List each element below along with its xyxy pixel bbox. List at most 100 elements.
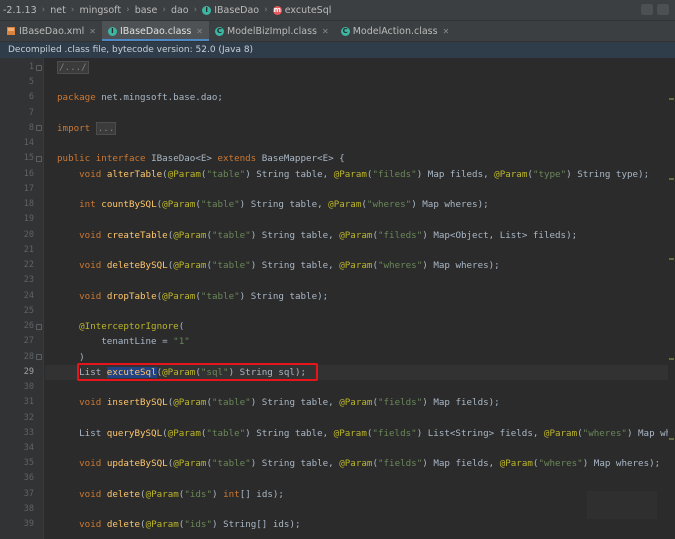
code-line[interactable]: import ... xyxy=(57,121,117,136)
line-number: 24 xyxy=(23,290,34,301)
chevron-right-icon: › xyxy=(264,5,268,15)
chevron-right-icon: › xyxy=(193,5,198,15)
code-line[interactable]: public interface IBaseDao<E> extends Bas… xyxy=(57,151,345,166)
scrollbar-marker[interactable] xyxy=(669,258,674,260)
breadcrumb-label: net xyxy=(50,4,66,16)
decompiled-banner: Decompiled .class file, bytecode version… xyxy=(0,42,675,58)
breadcrumb: -2.1.13 › net › mingsoft › base › dao › … xyxy=(0,0,675,21)
chevron-right-icon: › xyxy=(126,5,130,15)
breadcrumb-label: -2.1.13 xyxy=(3,4,37,16)
code-line[interactable]: void dropTable(@Param("table") String ta… xyxy=(57,289,328,304)
line-number: 36 xyxy=(23,473,34,484)
breadcrumb-label: excuteSql xyxy=(284,4,332,16)
breadcrumb-item-mingsoft[interactable]: mingsoft xyxy=(76,5,124,16)
line-number: 28 xyxy=(23,351,34,362)
breadcrumb-item-base[interactable]: base xyxy=(132,5,161,16)
tab-label: IBaseDao.xml xyxy=(19,25,85,37)
tab-ibasedao-class[interactable]: I IBaseDao.class ✕ xyxy=(101,21,210,41)
line-number: 22 xyxy=(23,260,34,271)
line-number: 6 xyxy=(28,92,34,103)
toolbar-button[interactable] xyxy=(641,4,653,15)
line-number: 19 xyxy=(23,214,34,225)
fold-toggle-icon[interactable] xyxy=(36,155,42,162)
class-icon: C xyxy=(340,26,350,36)
fold-toggle-icon[interactable] xyxy=(36,323,42,330)
method-icon: m xyxy=(272,5,282,15)
code-line[interactable]: void alterTable(@Param("table") String t… xyxy=(57,167,649,182)
tab-modelaction-class[interactable]: C ModelAction.class ✕ xyxy=(335,21,456,41)
close-icon[interactable]: ✕ xyxy=(322,27,329,36)
class-icon: C xyxy=(215,26,224,36)
fold-toggle-icon[interactable] xyxy=(36,354,42,361)
line-number: 27 xyxy=(23,336,34,347)
line-number: 16 xyxy=(23,168,34,179)
chevron-right-icon: › xyxy=(41,5,46,15)
code-line[interactable]: void createTable(@Param("table") String … xyxy=(57,228,577,243)
tab-label: ModelAction.class xyxy=(352,25,438,37)
scrollbar-marker[interactable] xyxy=(669,178,674,180)
scrollbar-marker[interactable] xyxy=(669,98,674,100)
line-number: 20 xyxy=(23,229,34,240)
line-number: 26 xyxy=(23,321,34,332)
code-area[interactable]: /.../ package net.mingsoft.base.dao; impor… xyxy=(45,58,675,539)
breadcrumb-item-dao[interactable]: dao xyxy=(168,5,192,16)
breadcrumb-item-version[interactable]: -2.1.13 xyxy=(0,5,40,16)
line-number: 18 xyxy=(23,199,34,210)
fold-toggle-icon[interactable] xyxy=(36,64,42,71)
banner-text: Decompiled .class file, bytecode version… xyxy=(8,45,254,55)
chevron-right-icon: › xyxy=(162,5,166,15)
line-number: 30 xyxy=(23,382,34,393)
xml-file-icon xyxy=(7,27,15,35)
line-number: 32 xyxy=(23,412,34,423)
scrollbar-marker[interactable] xyxy=(669,438,674,440)
line-number: 7 xyxy=(28,107,34,118)
code-line[interactable]: void insertBySQL(@Param("table") String … xyxy=(57,395,500,410)
code-line[interactable]: List queryBySQL(@Param("table") String t… xyxy=(57,426,675,441)
code-line[interactable]: void updateBySQL(@Param("table") String … xyxy=(57,456,660,471)
line-number: 14 xyxy=(23,138,34,149)
line-number: 23 xyxy=(23,275,34,286)
code-line[interactable]: int countBySQL(@Param("table") String ta… xyxy=(57,197,489,212)
interface-icon: I xyxy=(202,5,212,15)
ide-window: -2.1.13 › net › mingsoft › base › dao › … xyxy=(0,0,675,539)
toolbar-actions xyxy=(641,4,669,15)
code-line[interactable]: void delete(@Param("ids") String[] ids); xyxy=(57,517,300,532)
line-number-gutter[interactable]: 1 5 6 7 8 14 15 16 17 18 19 20 21 22 23 24 25 26 27 28 29 30 3… xyxy=(0,58,44,539)
fold-toggle-icon[interactable] xyxy=(36,125,42,132)
line-number: 37 xyxy=(23,488,34,499)
line-number: 33 xyxy=(23,427,34,438)
toolbar-button[interactable] xyxy=(657,4,669,15)
line-number: 39 xyxy=(23,519,34,530)
line-number: 17 xyxy=(23,183,34,194)
line-number: 38 xyxy=(23,503,34,514)
code-line[interactable]: @InterceptorIgnore( xyxy=(57,319,184,334)
line-number: 29 xyxy=(23,366,34,377)
code-line[interactable]: package net.mingsoft.base.dao; xyxy=(57,90,223,105)
tab-modelbizimpl-class[interactable]: C ModelBizImpl.class ✕ xyxy=(209,21,335,41)
code-line[interactable]: void delete(@Param("ids") int[] ids); xyxy=(57,487,284,502)
editor-scrollbar[interactable] xyxy=(668,58,675,539)
breadcrumb-item-ibasedao[interactable]: I IBaseDao xyxy=(199,5,262,16)
code-line[interactable]: tenantLine = "1" xyxy=(57,334,190,349)
tab-label: ModelBizImpl.class xyxy=(227,25,317,37)
breadcrumb-item-net[interactable]: net xyxy=(47,5,69,16)
editor-tabs: IBaseDao.xml ✕ I IBaseDao.class ✕ C Mode… xyxy=(0,21,675,42)
watermark xyxy=(587,491,657,519)
code-line[interactable]: void deleteBySQL(@Param("table") String … xyxy=(57,258,500,273)
breadcrumb-item-excutesql[interactable]: m excuteSql xyxy=(270,5,335,16)
code-line[interactable]: /.../ xyxy=(57,60,89,75)
chevron-right-icon: › xyxy=(70,5,75,15)
line-number: 31 xyxy=(23,397,34,408)
interface-icon: I xyxy=(107,26,117,36)
close-icon[interactable]: ✕ xyxy=(196,27,203,36)
breadcrumb-label: mingsoft xyxy=(79,4,122,16)
line-number: 8 xyxy=(28,122,34,133)
breadcrumb-label: IBaseDao xyxy=(214,4,260,16)
tab-ibasedao-xml[interactable]: IBaseDao.xml ✕ xyxy=(0,21,102,41)
close-icon[interactable]: ✕ xyxy=(89,27,96,36)
code-editor[interactable]: 1 5 6 7 8 14 15 16 17 18 19 20 21 22 23 24 25 26 27 28 29 30 3… xyxy=(0,58,675,539)
line-number: 21 xyxy=(23,244,34,255)
scrollbar-marker[interactable] xyxy=(669,358,674,360)
line-number: 25 xyxy=(23,305,34,316)
close-icon[interactable]: ✕ xyxy=(443,27,450,36)
